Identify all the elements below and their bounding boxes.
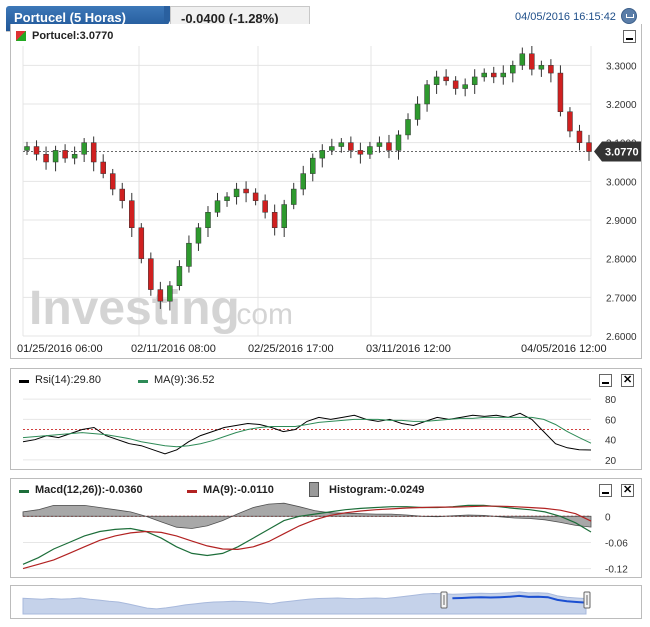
candle-body (576, 130, 583, 143)
candle-body (129, 200, 135, 228)
macd-panel: Macd(12,26)):-0.0360 MA(9):-0.0110 Histo… (10, 478, 642, 578)
candle-body (319, 150, 326, 159)
candle-body (510, 65, 516, 74)
candle-body (548, 65, 554, 74)
price-panel: Portucel:3.0770 Investing .com 3.3000 3.2… (10, 24, 642, 359)
y-tick-label: -0.06 (605, 538, 628, 549)
candle-body (243, 188, 249, 194)
candle-body (33, 146, 40, 155)
candle-body (214, 200, 221, 213)
macd-chart: 0 -0.06 -0.12 (22, 502, 628, 576)
candle-body (348, 142, 354, 151)
candle-body (300, 173, 306, 190)
candle-body (24, 146, 30, 151)
candle-body (443, 76, 449, 82)
candle-body (490, 72, 497, 78)
candle-body (100, 161, 106, 174)
candle-body (329, 146, 335, 151)
y-tick-label: 3.2000 (606, 100, 637, 111)
candle-body (119, 188, 126, 201)
y-tick-label: 60 (605, 415, 617, 426)
y-tick-label: 2.6000 (606, 332, 637, 343)
candle-body (433, 76, 440, 85)
candle-body (281, 204, 287, 228)
y-tick-label: 2.7000 (606, 293, 637, 304)
y-tick-label: 0 (605, 512, 611, 523)
candle-body (52, 150, 59, 163)
candle-body (376, 142, 383, 147)
x-tick-label: 02/25/2016 17:00 (248, 343, 334, 355)
candle-body (109, 173, 116, 190)
last-price-marker: 3.0770 (594, 141, 641, 162)
last-price-label: 3.0770 (605, 147, 639, 159)
rsi-panel: Rsi(14):29.80 MA(9):36.52 ✕ 80 60 40 20 (10, 368, 642, 470)
range-navigator[interactable] (10, 585, 642, 619)
x-tick-label: 01/25/2016 06:00 (17, 343, 103, 355)
x-tick-label: 04/05/2016 12:00 (521, 343, 607, 355)
candle-body (252, 192, 259, 201)
candle-body (205, 212, 211, 228)
candle-body (386, 142, 392, 151)
candle-body (367, 146, 373, 155)
y-tick-label: 40 (605, 436, 617, 447)
candle-body (195, 227, 202, 244)
y-tick-label: 80 (605, 395, 617, 406)
candle-body (290, 188, 297, 205)
candle-body (167, 285, 173, 302)
price-chart: Investing .com 3.30003.20003.10003.00002… (17, 46, 641, 355)
candle-body (43, 154, 49, 163)
y-tick-label: 2.9000 (606, 216, 637, 227)
candle-body (90, 142, 97, 163)
x-tick-label: 02/11/2016 08:00 (131, 343, 216, 355)
rsi-chart: 80 60 40 20 (22, 395, 617, 467)
candle-body (262, 200, 268, 213)
candle-body (81, 142, 87, 155)
candle-body (338, 142, 345, 147)
candle-body (529, 53, 535, 70)
candle-body (186, 242, 192, 267)
y-tick-label: 3.0000 (606, 177, 637, 188)
y-tick-label: -0.12 (605, 565, 628, 576)
candle-body (233, 188, 240, 198)
candle-body (586, 142, 592, 152)
y-tick-label: 2.8000 (606, 255, 637, 266)
candle-body (424, 84, 430, 105)
candle-body (176, 266, 183, 286)
candle-body (538, 65, 545, 70)
candle-body (405, 119, 411, 136)
candle-body (271, 212, 278, 228)
watermark: Investing (29, 282, 240, 335)
candle-body (414, 103, 421, 120)
candle-body (567, 111, 573, 132)
candle-body (557, 72, 564, 112)
candle-body (148, 258, 154, 290)
candle-body (519, 53, 526, 66)
candle-body (138, 227, 145, 259)
y-tick-label: 20 (605, 456, 617, 467)
watermark-suffix: .com (228, 298, 293, 331)
candle-body (224, 196, 230, 201)
y-tick-label: 3.3000 (606, 61, 637, 72)
candle-body (462, 84, 468, 89)
candle-body (452, 80, 459, 89)
x-tick-label: 03/11/2016 12:00 (366, 343, 451, 355)
candle-body (62, 150, 68, 159)
collapse-circle-icon[interactable] (621, 8, 637, 24)
navigator-chart (22, 591, 591, 615)
candle-body (71, 154, 78, 159)
instrument-name: Portucel (5 Horas) (14, 10, 126, 25)
candle-body (471, 76, 478, 85)
candle-body (395, 134, 402, 151)
candle-body (500, 72, 507, 78)
candle-body (357, 150, 364, 155)
last-update-datetime: 04/05/2016 16:15:42 (515, 11, 616, 23)
candle-body (310, 157, 316, 174)
candle-body (157, 289, 164, 302)
candle-body (481, 72, 487, 78)
